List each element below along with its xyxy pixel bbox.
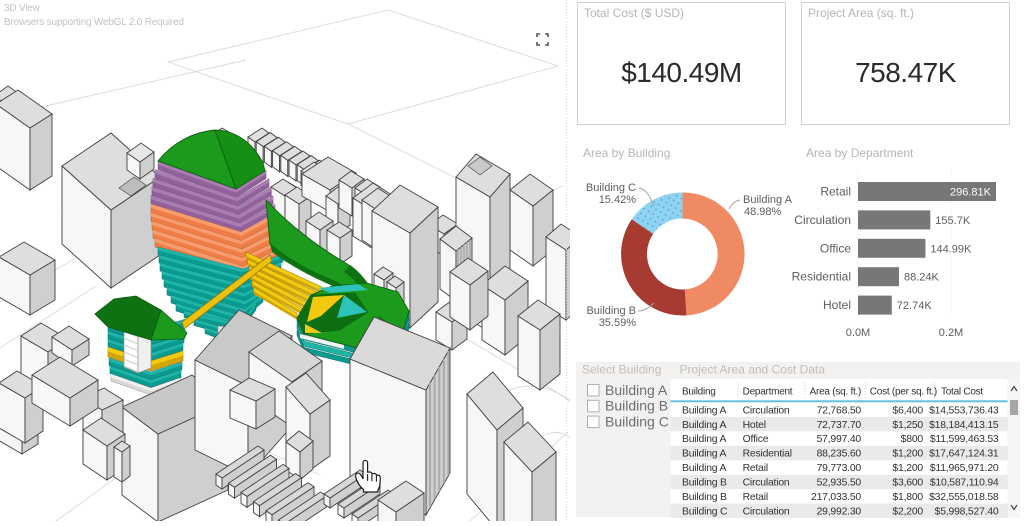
svg-text:Project Area and Cost Data: Project Area and Cost Data [680, 363, 826, 377]
svg-text:15.42%: 15.42% [599, 194, 637, 206]
svg-text:Cost (per sq. ft.): Cost (per sq. ft.) [870, 387, 937, 398]
svg-text:Building A: Building A [605, 382, 668, 398]
svg-text:Circulation: Circulation [743, 405, 790, 416]
svg-text:Area by Building: Area by Building [583, 146, 670, 160]
svg-text:$1,250: $1,250 [892, 420, 923, 431]
svg-text:Building A: Building A [743, 194, 793, 206]
svg-text:35.59%: 35.59% [599, 317, 637, 329]
svg-text:Office: Office [820, 241, 851, 255]
svg-text:Building A: Building A [682, 434, 726, 445]
svg-text:155.7K: 155.7K [935, 215, 971, 227]
svg-text:$18,184,413.15: $18,184,413.15 [929, 420, 999, 431]
svg-text:Select Building: Select Building [582, 363, 661, 377]
svg-text:Building C: Building C [682, 506, 728, 517]
svg-text:0.0M: 0.0M [846, 327, 870, 339]
svg-text:144.99K: 144.99K [930, 243, 972, 255]
svg-text:$14,553,736.43: $14,553,736.43 [929, 405, 999, 416]
svg-text:Building B: Building B [682, 478, 727, 489]
svg-text:79,773.00: 79,773.00 [817, 463, 862, 474]
svg-text:Area (sq. ft.): Area (sq. ft.) [810, 387, 862, 398]
svg-text:$11,599,463.53: $11,599,463.53 [930, 434, 999, 445]
svg-text:Residential: Residential [743, 449, 792, 460]
svg-text:Building: Building [682, 387, 716, 398]
svg-text:72,737.70: 72,737.70 [817, 420, 862, 431]
svg-text:Building A: Building A [682, 449, 726, 460]
svg-text:$5,998,527.40: $5,998,527.40 [935, 506, 999, 517]
svg-text:Hotel: Hotel [743, 420, 766, 431]
svg-text:48.98%: 48.98% [744, 206, 782, 218]
svg-text:$32,555,018.58: $32,555,018.58 [929, 492, 999, 503]
svg-text:57,997.40: 57,997.40 [817, 434, 862, 445]
svg-text:Building B: Building B [586, 305, 636, 317]
svg-text:0.2M: 0.2M [939, 327, 963, 339]
svg-text:Building C: Building C [605, 413, 669, 429]
svg-text:Building A: Building A [682, 405, 726, 416]
svg-text:$3,600: $3,600 [892, 478, 923, 489]
svg-text:52,935.50: 52,935.50 [817, 478, 862, 489]
svg-text:72.74K: 72.74K [897, 300, 933, 312]
svg-text:Total Cost: Total Cost [941, 387, 983, 398]
svg-text:Circulation: Circulation [743, 506, 790, 517]
svg-text:$1,200: $1,200 [892, 463, 923, 474]
svg-text:Department: Department [743, 387, 793, 398]
svg-text:88,235.60: 88,235.60 [817, 449, 862, 460]
svg-text:$6,400: $6,400 [892, 405, 923, 416]
svg-text:Residential: Residential [792, 270, 851, 284]
svg-text:Circulation: Circulation [743, 478, 790, 489]
svg-text:Building B: Building B [605, 398, 668, 414]
svg-text:Building C: Building C [586, 182, 636, 194]
svg-text:Building A: Building A [682, 463, 726, 474]
svg-text:72,768.50: 72,768.50 [817, 405, 862, 416]
svg-text:Retail: Retail [743, 463, 768, 474]
svg-text:Hotel: Hotel [823, 298, 851, 312]
svg-text:Building A: Building A [682, 420, 726, 431]
svg-text:Retail: Retail [820, 185, 851, 199]
svg-text:$1,200: $1,200 [892, 449, 923, 460]
svg-text:$1,800: $1,800 [892, 492, 923, 503]
svg-text:$11,965,971.20: $11,965,971.20 [930, 463, 999, 474]
svg-text:Area by Department: Area by Department [806, 146, 914, 160]
svg-text:Retail: Retail [743, 492, 768, 503]
svg-text:Building B: Building B [682, 492, 727, 503]
svg-text:Circulation: Circulation [794, 213, 851, 227]
svg-text:$800: $800 [901, 434, 924, 445]
svg-text:217,033.50: 217,033.50 [811, 492, 861, 503]
svg-text:Office: Office [743, 434, 769, 445]
svg-text:88.24K: 88.24K [904, 272, 940, 284]
svg-text:$10,587,110.94: $10,587,110.94 [930, 478, 999, 489]
svg-text:296.81K: 296.81K [950, 187, 992, 199]
svg-text:$17,647,124.31: $17,647,124.31 [929, 449, 999, 460]
svg-text:$2,200: $2,200 [892, 506, 923, 517]
svg-text:29,992.30: 29,992.30 [817, 506, 862, 517]
